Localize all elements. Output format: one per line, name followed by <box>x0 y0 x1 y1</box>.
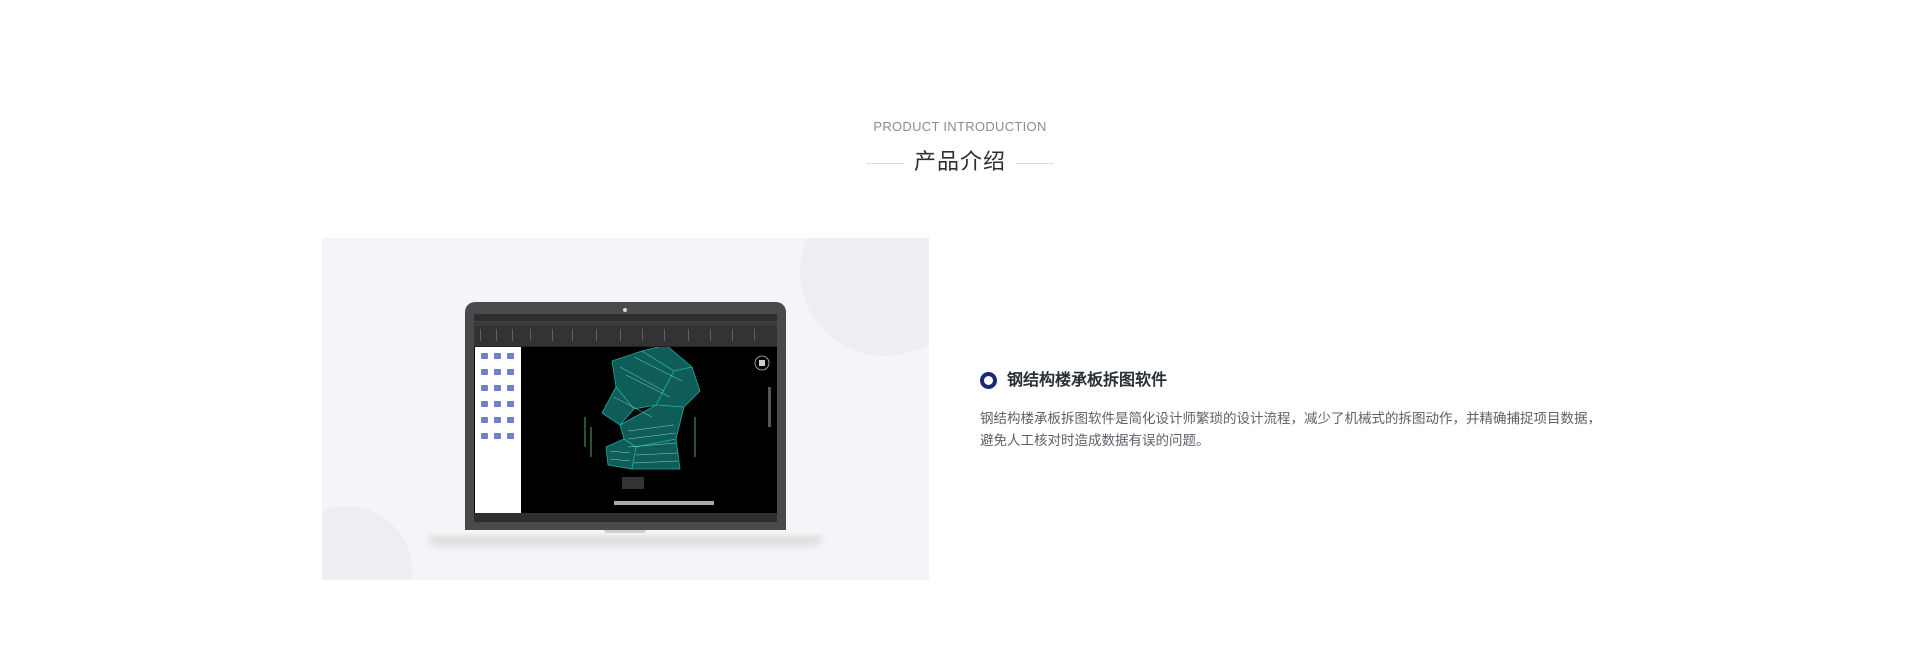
laptop-camera <box>623 308 627 312</box>
cad-tool-palette <box>475 347 521 513</box>
section-title: 产品介绍 <box>913 150 1006 175</box>
decorative-circle <box>800 238 929 356</box>
cad-ribbon-toolbar <box>474 326 777 347</box>
cad-statusbar <box>474 513 777 522</box>
section-header: PRODUCT INTRODUCTION 产品介绍 <box>0 118 1920 178</box>
section-eyebrow: PRODUCT INTRODUCTION <box>873 119 1047 134</box>
cad-screen-image <box>474 314 777 522</box>
bullet-ring-icon <box>980 371 997 389</box>
cad-drawing-floorplan <box>584 347 771 505</box>
product-info: 钢结构楼承板拆图软件 钢结构楼承板拆图软件是简化设计师繁琐的设计流程，减少了机械… <box>980 368 1610 466</box>
section-title-row: 产品介绍 <box>0 148 1920 178</box>
decorative-circle <box>322 506 412 580</box>
product-image-panel <box>322 238 929 580</box>
title-divider-right <box>1016 162 1054 164</box>
title-divider-left <box>865 162 904 164</box>
feature-title-row: 钢结构楼承板拆图软件 <box>980 368 1610 392</box>
laptop-notch <box>604 530 646 533</box>
product-description: 钢结构楼承板拆图软件是简化设计师繁琐的设计流程，减少了机械式的拆图动作，并精确捕… <box>980 411 1601 449</box>
laptop-icon <box>465 302 786 530</box>
product-name: 钢结构楼承板拆图软件 <box>1007 370 1168 389</box>
laptop-base <box>428 530 822 540</box>
cad-titlebar <box>474 314 777 322</box>
